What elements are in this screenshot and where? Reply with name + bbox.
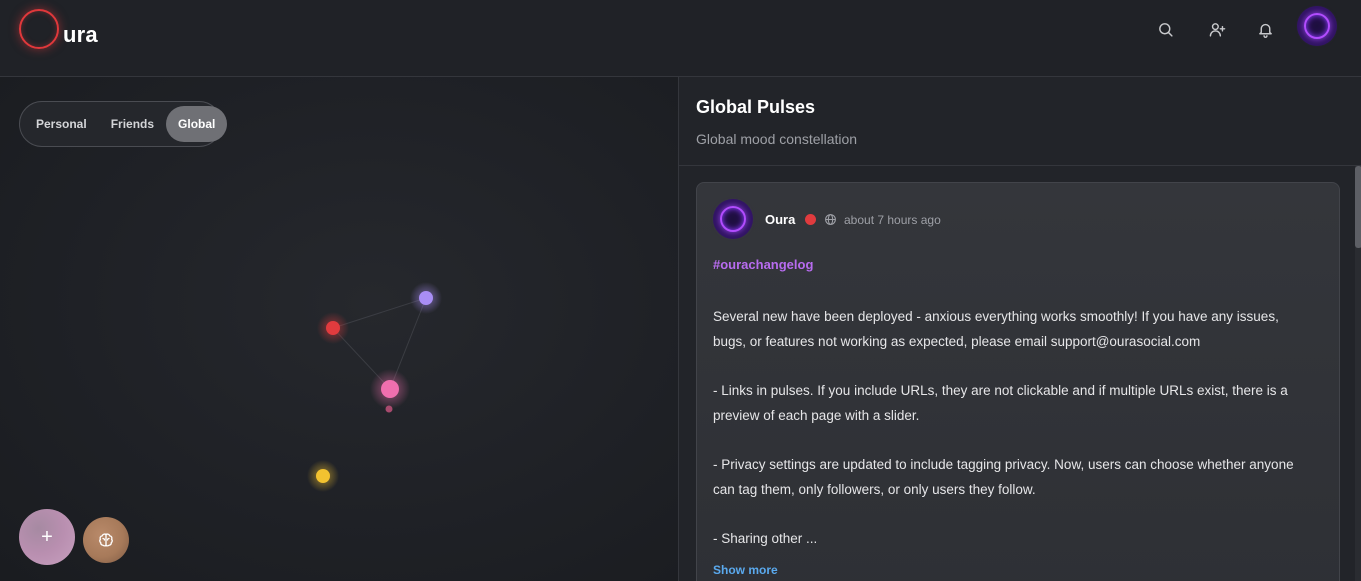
mood-node-red[interactable]: [317, 312, 349, 344]
logo-ring-icon[interactable]: [19, 9, 59, 49]
post-timestamp: about 7 hours ago: [844, 213, 941, 227]
search-icon[interactable]: [1154, 18, 1176, 40]
post-paragraph: - Sharing other ...: [713, 531, 818, 546]
avatar-ring-icon: [1304, 13, 1330, 39]
panel-scrollbar[interactable]: [1355, 166, 1361, 581]
post-paragraph: Several new have been deployed - anxious…: [713, 309, 1279, 349]
brain-icon: [99, 533, 113, 547]
hashtag-link[interactable]: #ourachangelog: [713, 257, 813, 272]
avatar-ring-icon: [720, 206, 746, 232]
author-avatar[interactable]: [713, 199, 753, 239]
post-body: Several new have been deployed - anxious…: [713, 304, 1313, 575]
mood-indicator: [805, 214, 816, 225]
globe-icon: [825, 214, 836, 225]
mood-node-pink[interactable]: [370, 369, 410, 413]
panel-subtitle: Global mood constellation: [696, 131, 858, 147]
brain-button[interactable]: [83, 517, 129, 563]
panel-title: Global Pulses: [696, 97, 816, 117]
post-paragraph: - Privacy settings are updated to includ…: [713, 457, 1294, 497]
top-bar: ura: [0, 0, 1361, 77]
scrollbar-thumb[interactable]: [1355, 166, 1361, 248]
mood-node-yellow[interactable]: [307, 460, 339, 492]
post-paragraph: - Links in pulses. If you include URLs, …: [713, 383, 1288, 423]
add-friend-icon[interactable]: [1206, 18, 1228, 40]
pulse-card[interactable]: Oura about 7 hours ago #ourachangelog Se…: [696, 182, 1340, 581]
add-pulse-button[interactable]: +: [19, 509, 75, 565]
mood-node-purple[interactable]: [410, 282, 442, 314]
constellation-map[interactable]: Personal Friends Global +: [0, 77, 678, 581]
user-avatar[interactable]: [1297, 6, 1337, 46]
show-more-link[interactable]: Show more: [713, 563, 778, 577]
author-name[interactable]: Oura: [765, 212, 795, 227]
app-logo-text[interactable]: ura: [63, 22, 98, 48]
pulses-panel: Global Pulses Global mood constellation …: [678, 77, 1361, 581]
constellation-graph: [307, 282, 442, 492]
panel-header: Global Pulses Global mood constellation: [679, 77, 1361, 166]
bell-icon[interactable]: [1254, 18, 1276, 40]
